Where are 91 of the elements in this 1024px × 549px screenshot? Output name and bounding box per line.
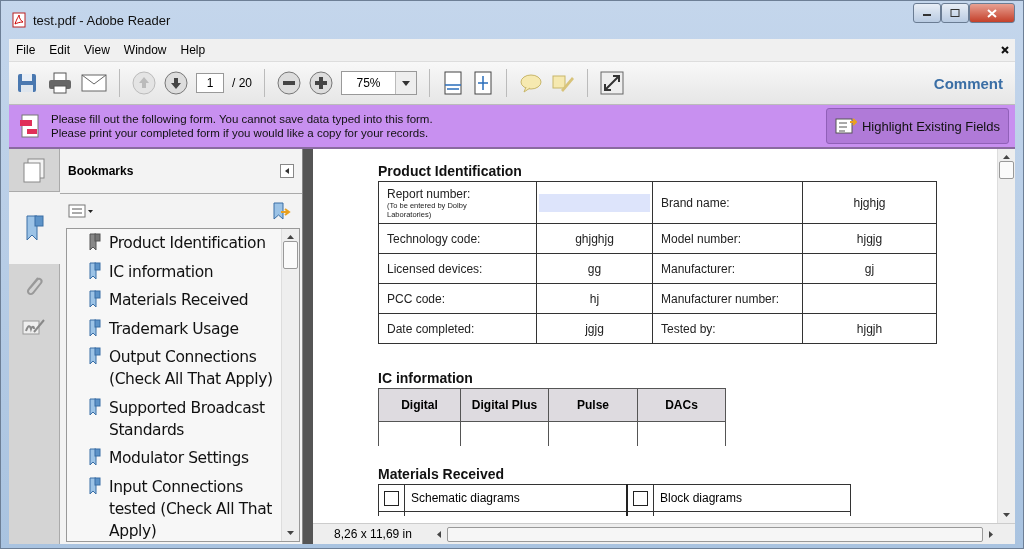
form-value[interactable]: hjgjh: [802, 313, 937, 344]
bookmark-icon: [23, 213, 46, 243]
bookmark-item[interactable]: Product Identification: [89, 232, 281, 254]
close-button[interactable]: [969, 3, 1015, 23]
form-label: Manufacturer number:: [652, 283, 803, 314]
fit-width-icon[interactable]: [442, 70, 464, 96]
form-value[interactable]: hjgjg: [802, 223, 937, 254]
checkbox-label: Block diagrams: [653, 484, 851, 512]
bookmark-item[interactable]: Output Connections (Check All That Apply): [89, 346, 281, 390]
close-icon[interactable]: [1001, 46, 1009, 54]
options-icon[interactable]: [68, 204, 94, 218]
collapse-button[interactable]: [280, 164, 294, 178]
menu-item[interactable]: Edit: [42, 43, 78, 57]
form-value[interactable]: gj: [802, 253, 937, 284]
menu-item[interactable]: File: [9, 43, 43, 57]
caret-icon: [402, 80, 410, 86]
maximize-button[interactable]: [941, 3, 969, 23]
bookmark-item[interactable]: Trademark Usage: [89, 317, 281, 340]
table-cell[interactable]: [378, 421, 461, 446]
zoom-out-icon[interactable]: [277, 71, 301, 95]
email-icon[interactable]: [81, 73, 107, 93]
scroll-down-icon[interactable]: [1003, 513, 1010, 517]
full-screen-icon[interactable]: [600, 71, 624, 95]
bookmark-item[interactable]: Materials Received: [89, 289, 281, 311]
form-label: Brand name:: [652, 181, 803, 224]
scrollbar[interactable]: [281, 229, 299, 541]
form-value[interactable]: gg: [536, 253, 653, 284]
bookmark-arrow-icon[interactable]: [272, 201, 292, 221]
form-label: Date completed:: [378, 313, 537, 344]
form-label: Model number:: [652, 223, 803, 254]
bookmark-item[interactable]: IC information: [89, 260, 281, 283]
bookmark-item[interactable]: Input Connections tested (Check All That Apply): [89, 475, 281, 541]
form-label: Tested by:: [652, 313, 803, 344]
checkbox-label: Schematic diagrams: [404, 484, 627, 512]
scroll-left-icon[interactable]: [437, 530, 441, 538]
checkbox[interactable]: [384, 490, 399, 506]
form-value[interactable]: hj: [536, 283, 653, 314]
scroll-right-icon[interactable]: [989, 530, 993, 538]
side-tab[interactable]: [9, 192, 60, 264]
form-value[interactable]: hjghjg: [802, 181, 937, 224]
page-number-field[interactable]: 1: [196, 73, 224, 93]
column-header: Digital: [378, 388, 461, 422]
scroll-thumb[interactable]: [447, 526, 983, 542]
column-header: Pulse: [548, 388, 638, 422]
maximize-icon: [950, 9, 960, 17]
form-message: Please fill out the following form. You cannot save data typed into this form. Please print your completed form if you would like a copy for your records.: [51, 112, 433, 140]
checkbox[interactable]: [633, 490, 648, 506]
section-heading: IC information: [378, 370, 474, 386]
print-icon[interactable]: [47, 71, 73, 95]
zoom-dropdown[interactable]: 75%: [341, 71, 417, 95]
form-value[interactable]: jgjg: [536, 313, 653, 344]
form-label: Technology code:: [378, 223, 537, 254]
column-header: DACs: [637, 388, 726, 422]
input-field[interactable]: [539, 193, 650, 212]
fields-icon: [835, 117, 857, 135]
menu-item[interactable]: Window: [116, 43, 174, 57]
window-title: test.pdf - Adobe Reader: [33, 12, 171, 28]
section-heading: Materials Received: [378, 466, 506, 482]
signature-icon: [22, 317, 46, 337]
bookmark-item[interactable]: Modulator Settings: [89, 447, 281, 469]
section-heading: Product Identification: [378, 163, 523, 179]
form-value[interactable]: [802, 283, 937, 314]
bookmark-item[interactable]: Supported Broadcast Standards: [89, 396, 281, 441]
menu-item[interactable]: View: [77, 43, 117, 57]
page-size: 8,26 x 11,69 in: [333, 527, 413, 541]
page-count: / 20: [232, 76, 252, 90]
scroll-up-icon[interactable]: [287, 235, 294, 239]
minimize-button[interactable]: [913, 3, 941, 23]
form-value[interactable]: ghjghjg: [536, 223, 653, 254]
pages-icon: [21, 157, 47, 183]
scroll-thumb[interactable]: [999, 161, 1014, 179]
scroll-up-icon[interactable]: [1003, 155, 1010, 159]
column-header: Digital Plus: [460, 388, 549, 422]
fit-page-icon[interactable]: [472, 70, 494, 96]
zoom-in-icon[interactable]: [309, 71, 333, 95]
scroll-down-icon[interactable]: [287, 531, 294, 535]
scroll-thumb[interactable]: [283, 241, 298, 269]
caret-icon: [285, 168, 289, 174]
highlight-fields-button[interactable]: Highlight Existing Fields: [826, 108, 1009, 144]
next-page-icon[interactable]: [164, 71, 188, 95]
close-icon: [987, 8, 997, 18]
menu-item[interactable]: Help: [173, 43, 213, 57]
save-icon[interactable]: [15, 71, 39, 95]
form-label: PCC code:: [378, 283, 537, 314]
scrollbar[interactable]: [997, 149, 1015, 523]
form-icon: [19, 114, 41, 138]
form-label: Licensed devices:: [378, 253, 537, 284]
form-label: Manufacturer:: [652, 253, 803, 284]
panel-title: Bookmarks: [68, 164, 134, 178]
comment-link[interactable]: Comment: [933, 74, 1003, 92]
pdf-file-icon: [11, 12, 27, 28]
